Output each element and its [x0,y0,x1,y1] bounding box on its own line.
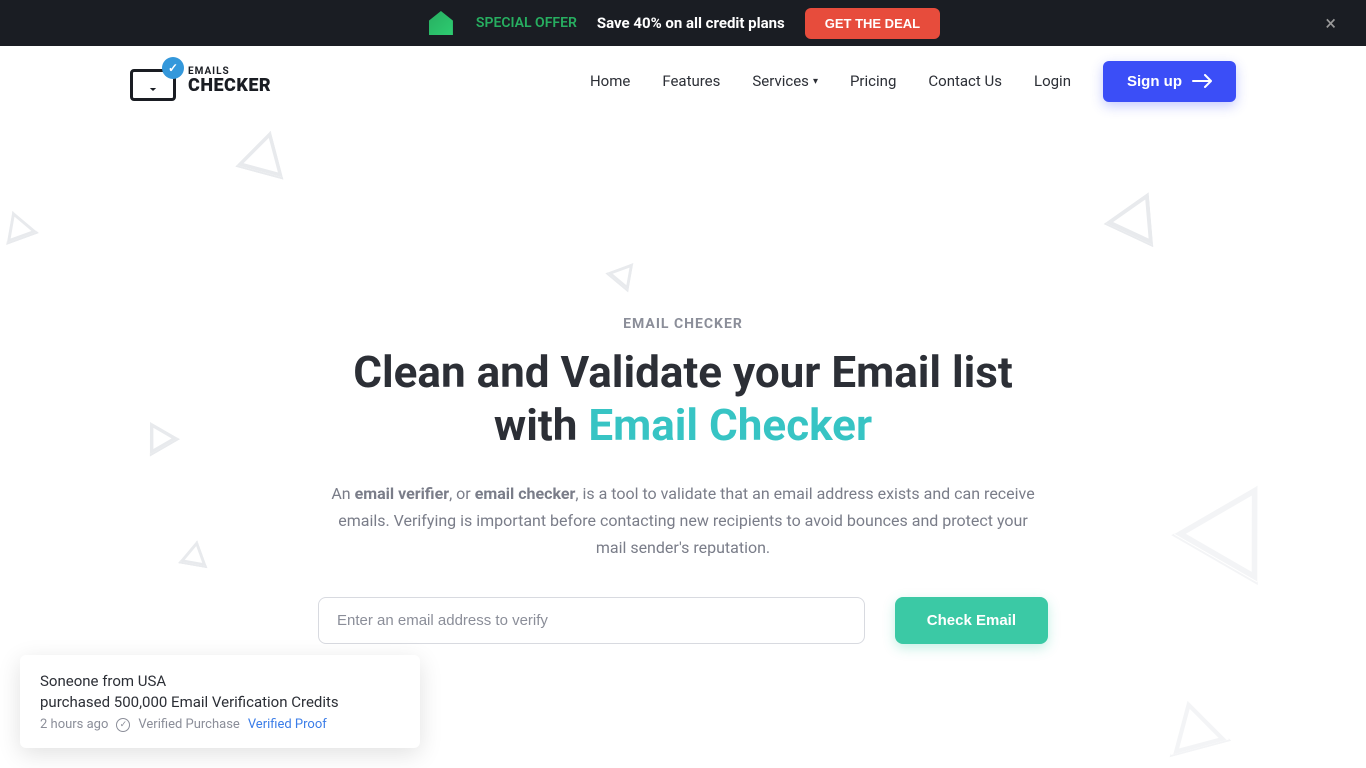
notification-line2: purchased 500,000 Email Verification Cre… [40,692,400,713]
hero-description: An email verifier, or email checker, is … [323,480,1043,562]
decorative-triangle [1157,693,1232,758]
email-input[interactable] [318,597,865,644]
close-banner-icon[interactable]: × [1325,11,1336,35]
chevron-down-icon: ▾ [813,76,818,87]
desc-bold: email verifier [355,484,450,503]
main-nav: Home Features Services ▾ Pricing Contact… [590,61,1236,102]
special-offer-label: SPECIAL OFFER [476,15,577,31]
nav-services[interactable]: Services ▾ [752,72,818,90]
verified-proof-link[interactable]: Verified Proof [248,717,327,732]
logo-text: EMAILS CHECKER [188,67,271,95]
logo-icon: ✓ [130,61,180,101]
hero-section: EMAIL CHECKER Clean and Validate your Em… [0,116,1366,644]
promo-banner: SPECIAL OFFER Save 40% on all credit pla… [0,0,1366,46]
hero-title-line2-prefix: with [494,399,588,451]
verified-check-icon: ✓ [116,718,130,732]
check-badge-icon: ✓ [162,57,184,79]
main-header: ✓ EMAILS CHECKER Home Features Services … [0,46,1366,116]
logo[interactable]: ✓ EMAILS CHECKER [130,61,271,101]
desc-part: An [331,484,354,503]
arrow-right-icon [1192,74,1212,88]
nav-services-label: Services [752,72,809,90]
hero-title-accent: Email Checker [588,399,872,451]
verified-purchase-label: Verified Purchase [138,717,239,732]
hero-title-line1: Clean and Validate your Email list [353,346,1013,398]
signup-button[interactable]: Sign up [1103,61,1236,102]
nav-home[interactable]: Home [590,72,630,90]
notification-time: 2 hours ago [40,717,108,732]
get-deal-button[interactable]: GET THE DEAL [805,8,940,39]
email-form: Check Email [318,597,1048,644]
hero-label: EMAIL CHECKER [130,316,1236,332]
notification-line1: Soneone from USA [40,671,400,692]
desc-part: , or [449,484,475,503]
nav-contact[interactable]: Contact Us [928,72,1002,90]
nav-login[interactable]: Login [1034,72,1071,90]
notification-meta: 2 hours ago ✓ Verified Purchase Verified… [40,717,400,732]
desc-bold: email checker [475,484,576,503]
offer-house-icon [426,8,456,38]
nav-pricing[interactable]: Pricing [850,72,896,90]
nav-features[interactable]: Features [662,72,720,90]
hero-title: Clean and Validate your Email list with … [130,346,1236,452]
banner-content: SPECIAL OFFER Save 40% on all credit pla… [426,8,940,39]
signup-label: Sign up [1127,73,1182,90]
save-text: Save 40% on all credit plans [597,14,785,32]
check-email-button[interactable]: Check Email [895,597,1048,644]
social-proof-notification[interactable]: Soneone from USA purchased 500,000 Email… [20,655,420,748]
logo-text-bottom: CHECKER [188,77,271,95]
